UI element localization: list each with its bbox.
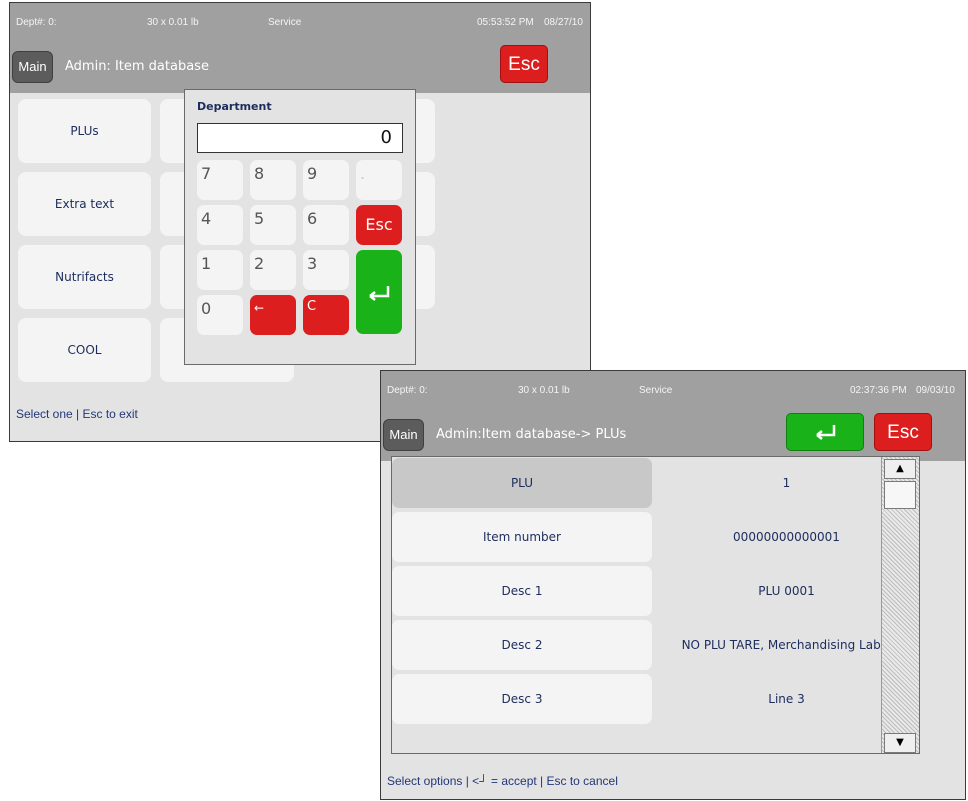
menu-cool-button[interactable]: COOL [18,318,151,382]
key-3[interactable]: 3 [303,250,349,290]
enter-icon [816,425,836,440]
field-value-desc2: NO PLU TARE, Merchandising Label [681,638,892,652]
enter-icon [369,286,390,301]
main-button[interactable]: Main [383,419,424,451]
status-bar: Dept#: 0: 30 x 0.01 lb Service 02:37:36 … [381,371,965,407]
accept-button[interactable] [786,413,864,451]
clock-date: 08/27/10 [544,17,583,28]
esc-button[interactable]: Esc [874,413,932,451]
weight-indicator: 30 x 0.01 lb [518,385,570,396]
clock-date: 09/03/10 [916,385,955,396]
table-row[interactable]: PLU 1 [392,458,790,508]
table-row[interactable]: Desc 3 Line 3 [392,674,805,724]
key-decimal[interactable]: . [356,160,402,200]
field-value-desc3: Line 3 [768,692,805,706]
key-2[interactable]: 2 [250,250,296,290]
scroll-up-button[interactable]: ▲ [884,459,916,479]
key-0[interactable]: 0 [197,295,243,335]
field-label-desc2[interactable]: Desc 2 [392,620,652,670]
mode-indicator: Service [639,385,673,396]
key-7[interactable]: 7 [197,160,243,200]
main-button[interactable]: Main [12,51,53,83]
field-value-item-number: 00000000000001 [733,530,840,544]
key-9[interactable]: 9 [303,160,349,200]
title-bar: Main Admin:Item database-> PLUs Esc [381,407,965,461]
field-value-desc1: PLU 0001 [758,584,815,598]
title-bar: Main Admin: Item database Esc [10,39,590,93]
key-5[interactable]: 5 [250,205,296,245]
help-hint: Select one | Esc to exit [16,407,138,421]
field-label-desc1[interactable]: Desc 1 [392,566,652,616]
vertical-scrollbar[interactable]: ▲ ▼ [881,457,919,753]
department-input[interactable]: 0 [197,123,403,153]
dept-indicator: Dept#: 0: [16,17,57,28]
menu-nutrifacts-button[interactable]: Nutrifacts [18,245,151,309]
page-title: Admin:Item database-> PLUs [436,427,627,442]
clear-button[interactable]: C [303,295,349,335]
scroll-down-button[interactable]: ▼ [884,733,916,753]
table-row[interactable]: Desc 1 PLU 0001 [392,566,815,616]
esc-button[interactable]: Esc [500,45,548,83]
key-6[interactable]: 6 [303,205,349,245]
keypad-enter-button[interactable] [356,250,402,334]
page-title: Admin: Item database [65,59,209,74]
dept-indicator: Dept#: 0: [387,385,428,396]
plu-fields-table: PLU 1 Item number 00000000000001 Desc 1 … [391,456,920,754]
field-label-desc3[interactable]: Desc 3 [392,674,652,724]
menu-extra-text-button[interactable]: Extra text [18,172,151,236]
clock-time: 05:53:52 PM [477,17,534,28]
keypad-esc-button[interactable]: Esc [356,205,402,245]
mode-indicator: Service [268,17,302,28]
key-8[interactable]: 8 [250,160,296,200]
department-keypad-dialog: Department 0 7 8 9 . 4 5 6 Esc 1 2 3 0 ←… [184,89,416,365]
menu-plus-button[interactable]: PLUs [18,99,151,163]
plu-edit-screen: Dept#: 0: 30 x 0.01 lb Service 02:37:36 … [380,370,966,800]
clock-time: 02:37:36 PM [850,385,907,396]
dialog-title: Department [197,100,272,113]
status-bar: Dept#: 0: 30 x 0.01 lb Service 05:53:52 … [10,3,590,39]
key-1[interactable]: 1 [197,250,243,290]
field-label-plu[interactable]: PLU [392,458,652,508]
help-hint: Select options | <┘ = accept | Esc to ca… [387,774,618,788]
table-row[interactable]: Item number 00000000000001 [392,512,840,562]
backspace-button[interactable]: ← [250,295,296,335]
field-label-item-number[interactable]: Item number [392,512,652,562]
key-4[interactable]: 4 [197,205,243,245]
table-row[interactable]: Desc 2 NO PLU TARE, Merchandising Label [392,620,891,670]
field-value-plu: 1 [782,476,791,490]
weight-indicator: 30 x 0.01 lb [147,17,199,28]
scroll-thumb[interactable] [884,481,916,509]
